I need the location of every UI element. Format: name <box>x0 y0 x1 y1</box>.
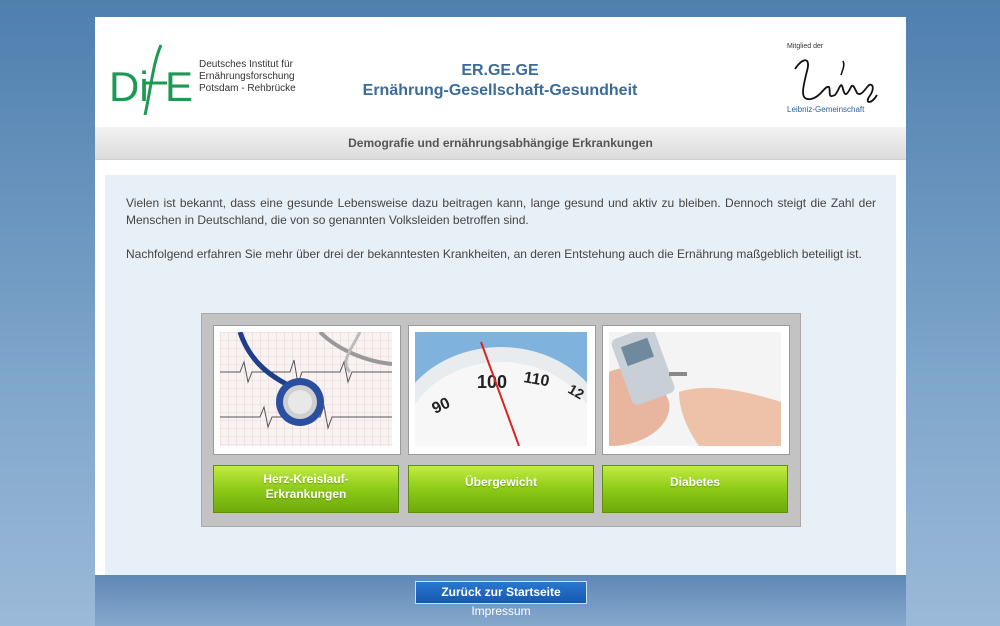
glucose-meter-image[interactable] <box>609 332 781 446</box>
site-subtitle: Ernährung-Gesellschaft-Gesundheit <box>362 82 638 99</box>
intro-paragraph: Vielen ist bekannt, dass eine gesunde Le… <box>126 196 876 227</box>
svg-text:E: E <box>165 63 193 110</box>
topic-gallery: 90 100 110 12 Herz-Kreislauf-Erkrankunge… <box>201 313 801 527</box>
diabetes-button[interactable]: Diabetes <box>602 465 788 513</box>
overweight-button[interactable]: Übergewicht <box>408 465 594 513</box>
info-paragraph: Nachfolgend erfahren Sie mehr über drei … <box>126 247 862 261</box>
topic-tile-diabetes[interactable] <box>602 325 790 455</box>
scale-image[interactable]: 90 100 110 12 <box>415 332 587 446</box>
dife-line-2: Ernährungsforschung <box>199 71 295 82</box>
topic-tile-heart[interactable] <box>213 325 401 455</box>
leibniz-signature <box>794 59 878 103</box>
stethoscope-ecg-image[interactable] <box>220 332 392 446</box>
site-title: ER.GE.GE <box>461 62 539 79</box>
impressum-link[interactable]: Impressum <box>415 604 587 618</box>
main-content: Vielen ist bekannt, dass eine gesunde Le… <box>105 175 896 575</box>
back-to-home-button[interactable]: Zurück zur Startseite <box>415 581 587 604</box>
footer: Zurück zur Startseite Impressum <box>95 575 906 626</box>
site-title-block: ER.GE.GE Ernährung-Gesellschaft-Gesundhe… <box>325 61 675 101</box>
leibniz-org-name: Leibniz-Gemeinschaft <box>787 105 865 114</box>
dife-line-1: Deutsches Institut für <box>199 59 293 70</box>
dife-institute-name: Deutsches Institut für Ernährungsforschu… <box>199 59 296 95</box>
heart-disease-button[interactable]: Herz-Kreislauf-Erkrankungen <box>213 465 399 513</box>
section-heading: Demografie und ernährungsabhängige Erkra… <box>95 127 906 160</box>
dife-logo-mark: Di E <box>109 44 193 115</box>
header: Di E Deutsches Institut für Ernährungsfo… <box>95 17 906 127</box>
svg-text:Di: Di <box>109 63 149 110</box>
dife-line-3: Potsdam - Rehbrücke <box>199 83 296 94</box>
dife-logo[interactable]: Di E Deutsches Institut für Ernährungsfo… <box>109 43 309 115</box>
topic-tile-overweight[interactable]: 90 100 110 12 <box>408 325 596 455</box>
leibniz-logo[interactable]: Mitglied der Leibniz-Gemeinschaft <box>781 41 881 117</box>
